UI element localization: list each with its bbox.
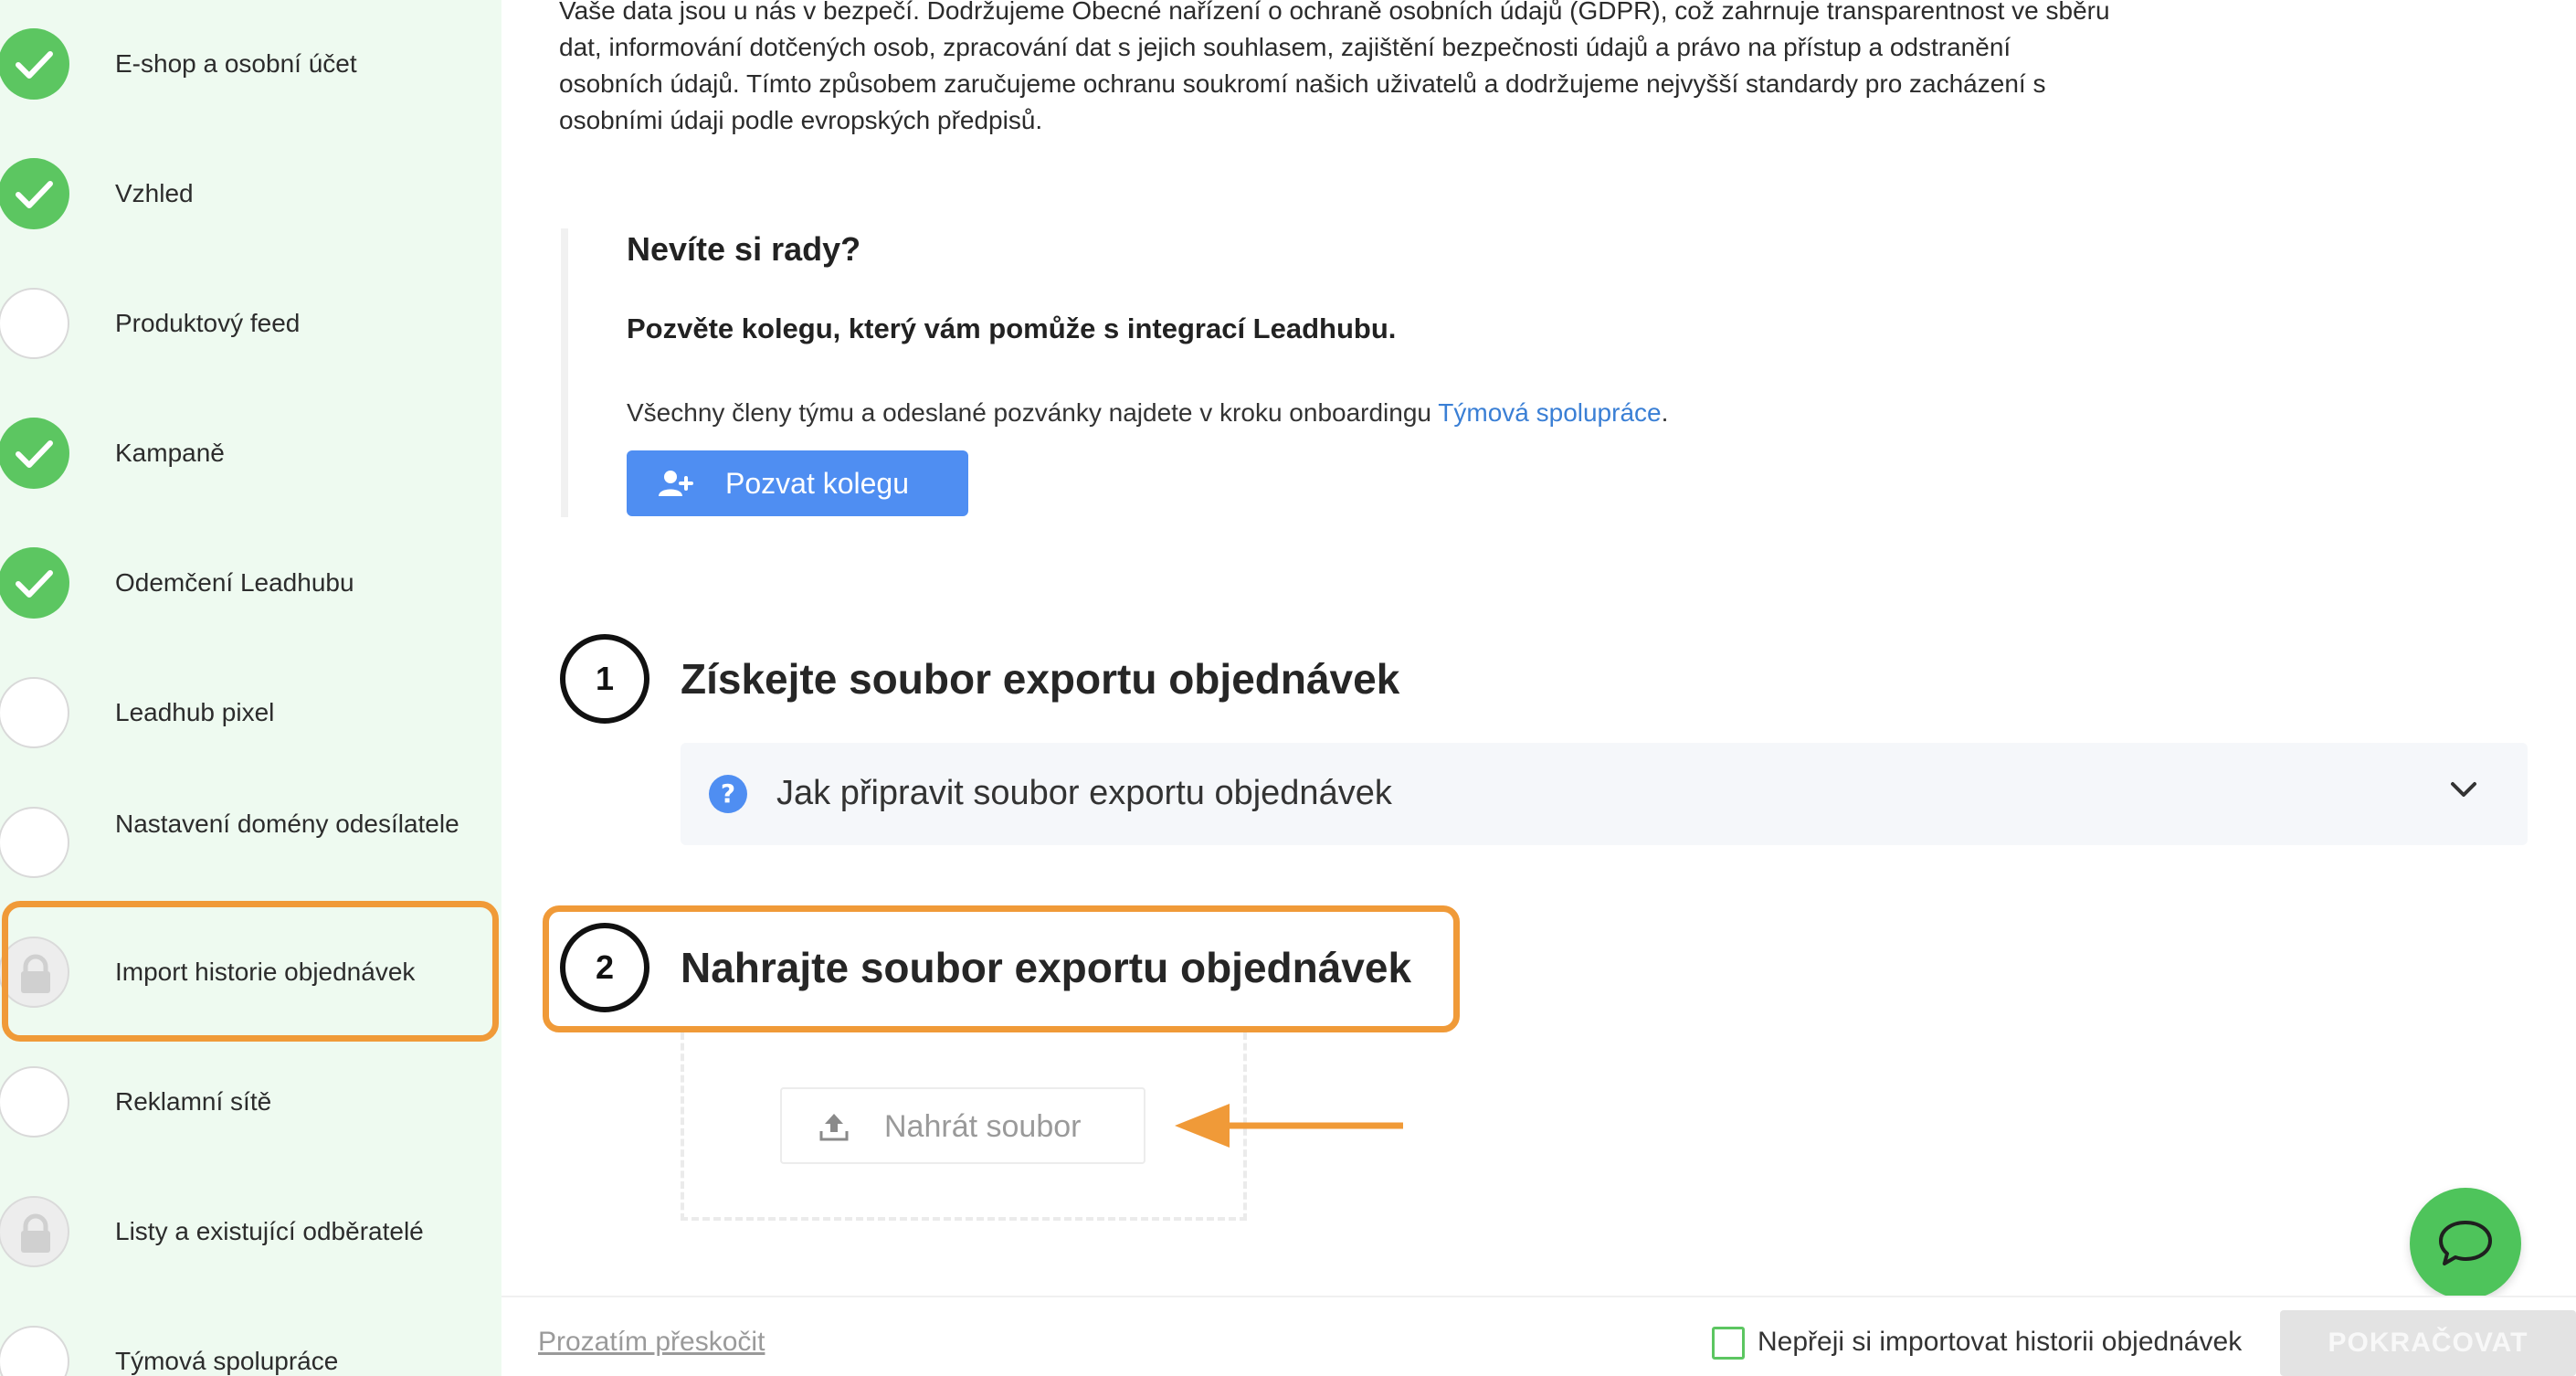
help-note: Všechny členy týmu a odeslané pozvánky n… — [627, 395, 1668, 431]
accordion-label: Jak připravit soubor exportu objednávek — [776, 774, 1392, 812]
lock-icon — [0, 1196, 69, 1267]
question-circle-icon: ? — [708, 774, 748, 819]
upload-button-label: Nahrát soubor — [884, 1109, 1082, 1144]
export-help-accordion[interactable]: ? Jak připravit soubor exportu objednáve… — [681, 743, 2528, 845]
chat-button[interactable] — [2410, 1188, 2521, 1299]
help-subtitle: Pozvěte kolegu, který vám pomůže s integ… — [627, 312, 1397, 344]
sidebar-item-label: Reklamní sítě — [115, 1087, 272, 1116]
upload-file-button[interactable]: Nahrát soubor — [780, 1087, 1145, 1164]
step-1-title: Získejte soubor exportu objednávek — [681, 655, 1400, 703]
svg-text:?: ? — [721, 778, 735, 809]
invite-button-label: Pozvat kolegu — [725, 467, 910, 500]
sidebar-item-tymova-spoluprace[interactable]: Týmová spolupráce — [0, 1297, 501, 1376]
check-icon — [0, 418, 69, 489]
empty-step-icon — [0, 1066, 69, 1138]
skip-import-checkbox-label[interactable]: Nepřeji si importovat historii objednáve… — [1758, 1324, 2242, 1360]
skip-import-checkbox[interactable] — [1712, 1327, 1745, 1360]
pointer-arrow-icon — [1175, 1104, 1403, 1148]
sidebar-item-reklamni-site[interactable]: Reklamní sítě — [0, 1038, 501, 1168]
sidebar-item-label: Produktový feed — [115, 309, 301, 337]
chat-bubble-icon — [2439, 1221, 2492, 1265]
sidebar-item-label: Nastavení domény odesílatele — [115, 810, 459, 838]
gdpr-paragraph: Vaše data jsou u nás v bezpečí. Dodržuje… — [559, 0, 2110, 134]
sidebar-item-odemceni-leadhubu[interactable]: Odemčení Leadhubu — [0, 519, 501, 649]
user-plus-icon — [658, 469, 694, 505]
sidebar-item-label: Týmová spolupráce — [115, 1347, 339, 1375]
sidebar-item-label: E-shop a osobní účet — [115, 49, 357, 78]
sidebar-item-label: Leadhub pixel — [115, 698, 275, 726]
skip-for-now-link[interactable]: Prozatím přeskočit — [538, 1324, 765, 1360]
team-collaboration-link[interactable]: Týmová spolupráce — [1438, 398, 1661, 427]
help-title: Nevíte si rady? — [627, 230, 861, 268]
onboarding-sidebar: E-shop a osobní účet Vzhled Produktový f… — [0, 0, 501, 1376]
sidebar-item-listy-odberatele[interactable]: Listy a existující odběratelé — [0, 1168, 501, 1297]
sidebar-item-label: Vzhled — [115, 179, 194, 207]
empty-step-icon — [0, 288, 69, 359]
sidebar-item-label: Listy a existující odběratelé — [115, 1217, 424, 1245]
sidebar-item-leadhub-pixel[interactable]: Leadhub pixel — [0, 649, 501, 778]
sidebar-item-label: Kampaně — [115, 439, 225, 467]
sidebar-item-eshop[interactable]: E-shop a osobní účet — [0, 0, 501, 130]
continue-button[interactable]: POKRAČOVAT — [2280, 1310, 2576, 1376]
check-icon — [0, 547, 69, 619]
chevron-down-icon — [2449, 779, 2478, 804]
empty-step-icon — [0, 1326, 69, 1376]
active-step-highlight — [2, 901, 499, 1042]
sidebar-item-kampane[interactable]: Kampaně — [0, 389, 501, 519]
empty-step-icon — [0, 807, 69, 878]
step-1-number: 1 — [560, 634, 649, 724]
check-icon — [0, 28, 69, 100]
footer-bar — [501, 1296, 2576, 1376]
help-note-suffix: . — [1661, 398, 1669, 427]
sidebar-item-vzhled[interactable]: Vzhled — [0, 130, 501, 259]
check-icon — [0, 158, 69, 229]
sidebar-item-label: Odemčení Leadhubu — [115, 568, 354, 597]
help-note-text: Všechny členy týmu a odeslané pozvánky n… — [627, 398, 1439, 427]
sidebar-item-produktovy-feed[interactable]: Produktový feed — [0, 259, 501, 389]
sidebar-item-nastaveni-domeny[interactable]: Nastavení domény odesílatele — [0, 778, 501, 908]
upload-icon — [818, 1111, 850, 1150]
invite-colleague-button[interactable]: Pozvat kolegu — [627, 450, 968, 516]
empty-step-icon — [0, 677, 69, 748]
step-2-highlight — [543, 905, 1460, 1032]
